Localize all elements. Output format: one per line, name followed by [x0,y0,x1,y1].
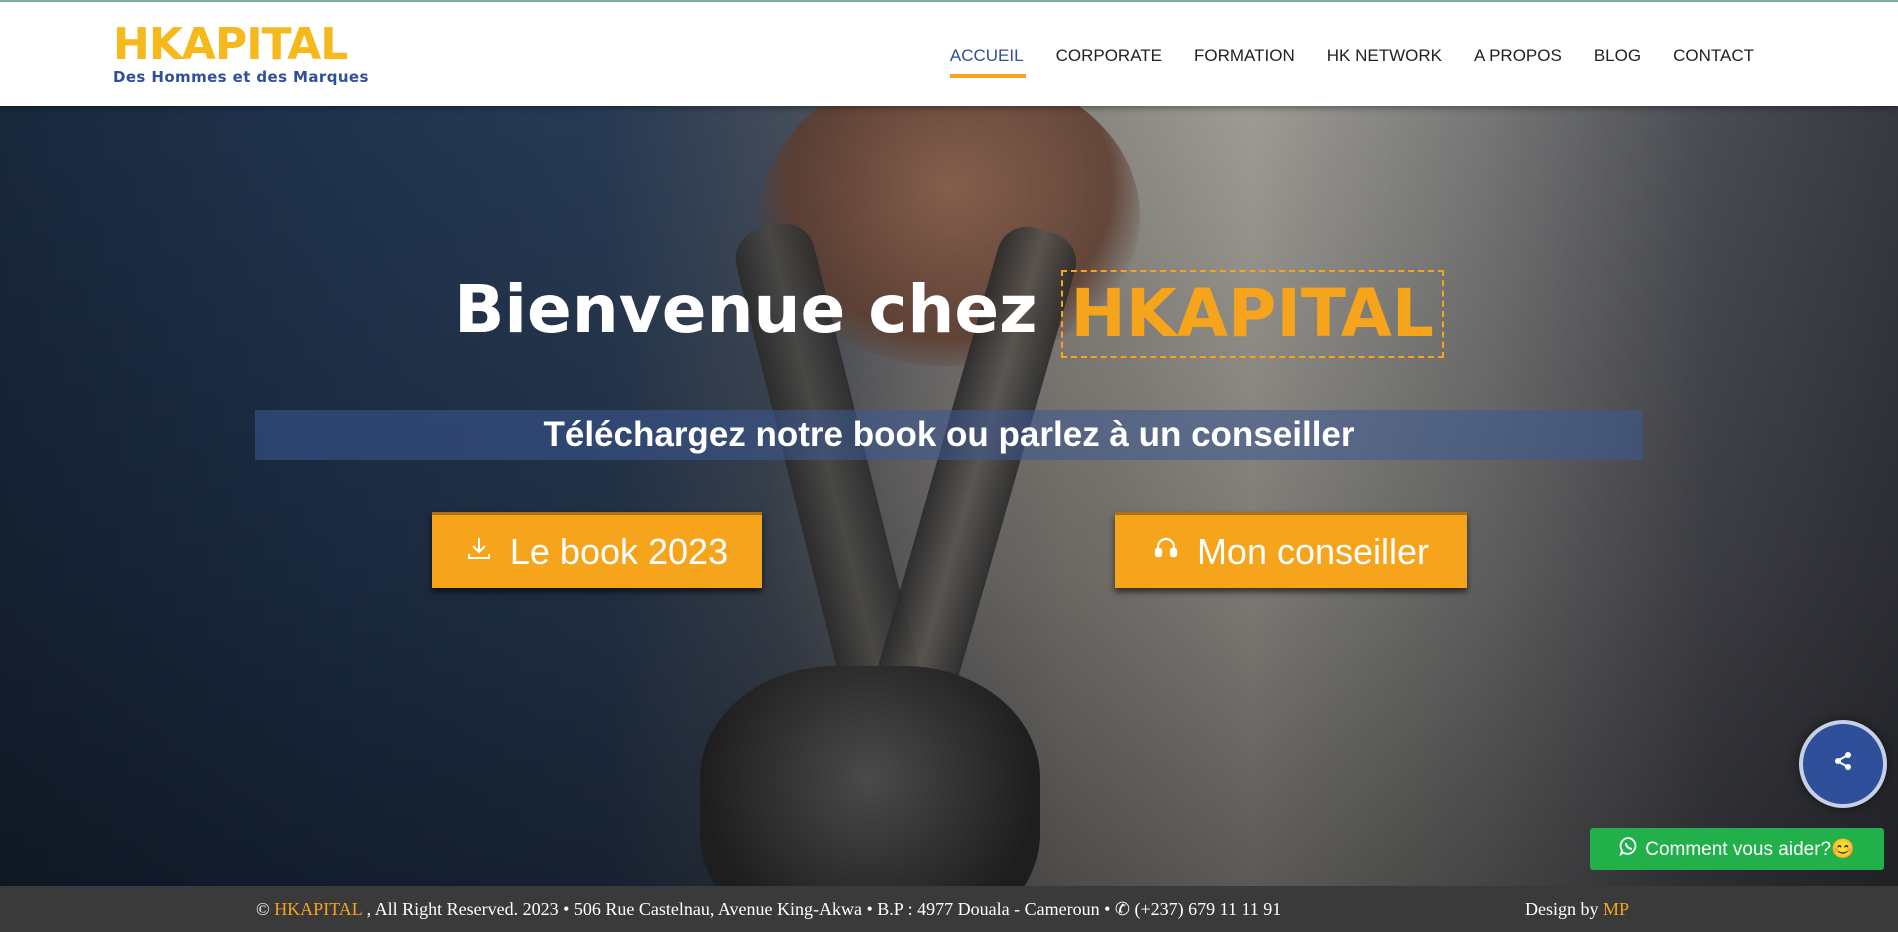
nav-item-contact[interactable]: CONTACT [1673,46,1754,66]
nav-item-formation[interactable]: FORMATION [1194,46,1295,66]
phone-icon: ✆ [1114,899,1130,919]
footer-phone: (+237) 679 11 11 91 [1134,899,1282,919]
nav-item-blog[interactable]: BLOG [1594,46,1641,66]
nav-item-accueil[interactable]: ACCUEIL [949,46,1026,78]
main-nav: ACCUEIL CORPORATE FORMATION HK NETWORK A… [918,46,1754,78]
share-button[interactable] [1799,720,1887,808]
nav-item-a-propos[interactable]: A PROPOS [1474,46,1562,66]
logo-tagline: Des Hommes et des Marques [113,68,369,86]
hero-bag-image [700,666,1040,886]
headset-icon [1153,535,1179,568]
hero-banner: Bienvenue chez HKAPITAL Téléchargez notr… [0,106,1898,886]
logo-wordmark: HKAPITAL [113,19,348,70]
my-advisor-label: Mon conseiller [1196,530,1430,572]
footer-rights-text: , All Right Reserved. 2023 • 506 Rue Cas… [366,899,1111,919]
footer-credits: Design by MP [1525,899,1629,920]
whatsapp-help-label: Comment vous aider?😊 [1645,839,1855,860]
footer-copyright: © HKAPITAL , All Right Reserved. 2023 • … [256,899,1281,920]
nav-item-hk-network[interactable]: HK NETWORK [1327,46,1442,66]
designer-link[interactable]: MP [1603,899,1629,919]
whatsapp-icon [1619,836,1639,862]
share-icon [1833,751,1853,777]
site-logo[interactable]: HKAPITAL Des Hommes et des Marques [113,19,369,87]
footer-brand-link[interactable]: HKAPITAL [274,899,362,919]
design-by-label: Design by [1525,899,1599,919]
hero-brand-text: HKAPITAL [1060,270,1444,358]
hero-title: Bienvenue chez HKAPITAL [0,270,1898,358]
my-advisor-button[interactable]: Mon conseiller [1115,512,1467,588]
download-book-button[interactable]: Le book 2023 [432,512,762,588]
whatsapp-help-button[interactable]: Comment vous aider?😊 [1590,828,1884,870]
copyright-symbol: © [256,899,270,919]
download-book-label: Le book 2023 [509,530,729,572]
site-footer: © HKAPITAL , All Right Reserved. 2023 • … [0,886,1898,932]
download-icon [466,535,492,568]
hero-subtitle: Téléchargez notre book ou parlez à un co… [255,410,1643,460]
nav-item-corporate[interactable]: CORPORATE [1056,46,1162,66]
site-header: HKAPITAL Des Hommes et des Marques ACCUE… [0,0,1898,106]
hero-welcome-text: Bienvenue chez [454,271,1038,349]
